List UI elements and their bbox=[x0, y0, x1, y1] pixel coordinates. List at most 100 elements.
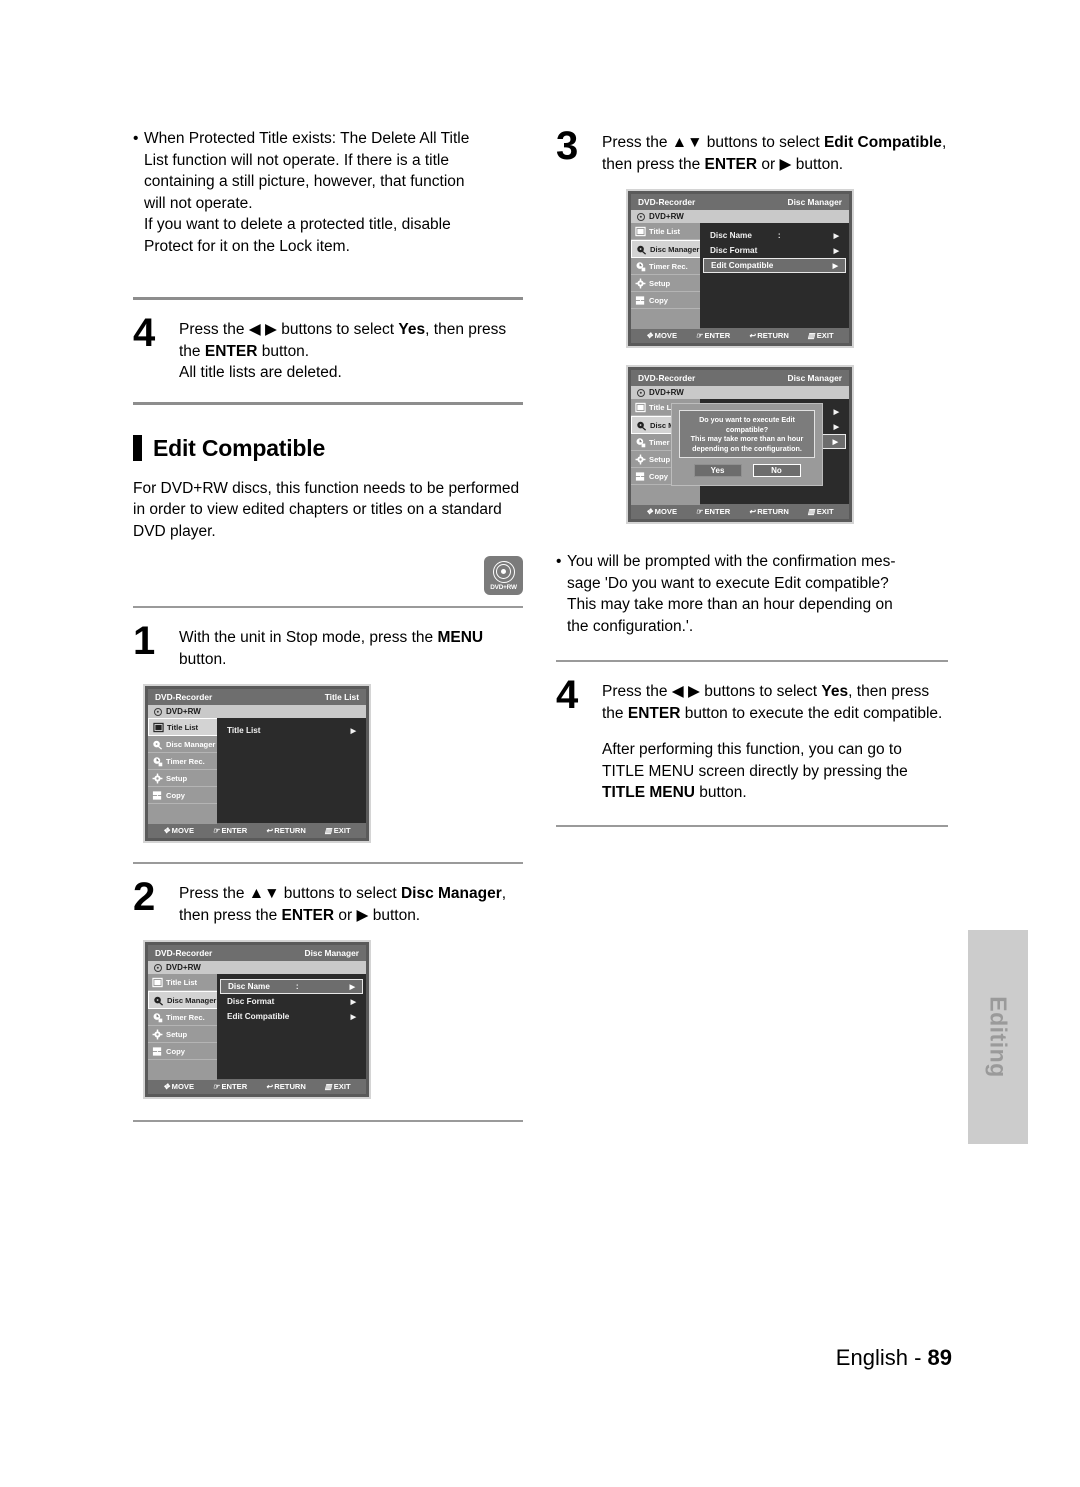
exit-icon: ▥ bbox=[324, 826, 332, 835]
sidebar-label: Setup bbox=[649, 454, 671, 464]
sidebar-item-title-list[interactable]: Title List bbox=[631, 223, 700, 240]
sidebar-label: Copy bbox=[649, 471, 668, 481]
disc-icon bbox=[637, 212, 645, 221]
footer-exit[interactable]: ▥ EXIT bbox=[325, 1082, 351, 1091]
osd-screen-name: Title List bbox=[324, 692, 359, 702]
clock-plus-icon bbox=[153, 1012, 163, 1022]
osd-menu-row-disc-format[interactable]: Disc Format ▶ bbox=[703, 243, 846, 258]
gear-icon bbox=[635, 454, 646, 464]
page-title: Edit Compatible bbox=[153, 434, 326, 461]
osd-title-bar: DVD-Recorder Disc Manager bbox=[148, 945, 366, 961]
sidebar-item-copy[interactable]: Copy bbox=[148, 1043, 217, 1060]
sidebar-label: Title List bbox=[649, 226, 681, 236]
exit-icon: ▥ bbox=[807, 507, 815, 516]
footer-move[interactable]: ✥ MOVE bbox=[646, 331, 677, 340]
dvd-plus-rw-badge-icon: DVD+RW bbox=[484, 556, 523, 595]
step-1-menu: 1 With the unit in Stop mode, press the … bbox=[133, 621, 523, 670]
row-value: : bbox=[295, 982, 299, 991]
osd-footer-bar: ✥ MOVE ☞ ENTER ↩ RETURN ▥ EXIT bbox=[148, 1079, 366, 1094]
osd-main-panel: Title List ▶ bbox=[217, 718, 366, 823]
footer-exit[interactable]: ▥ EXIT bbox=[325, 826, 351, 835]
move-arrows-icon: ✥ bbox=[163, 1082, 170, 1091]
step-text: Press the ▲▼ buttons to select Disc Mana… bbox=[179, 885, 507, 924]
step-number: 4 bbox=[556, 673, 578, 717]
enter-icon: ☞ bbox=[212, 1082, 220, 1091]
footer-move[interactable]: ✥ MOVE bbox=[646, 507, 677, 516]
sidebar-item-disc-manager[interactable]: Disc Manager bbox=[631, 240, 700, 258]
sidebar-filler bbox=[148, 804, 217, 824]
footer-move[interactable]: ✥ MOVE bbox=[163, 1082, 194, 1091]
footer-return[interactable]: ↩ RETURN bbox=[749, 331, 789, 340]
manual-page: • When Protected Title exists: The Delet… bbox=[0, 0, 1080, 1487]
osd-screen-edit-compatible-dialog: DVD-Recorder Disc Manager DVD+RW Title L… bbox=[626, 365, 854, 524]
yes-button[interactable]: Yes bbox=[693, 464, 742, 477]
footer-exit[interactable]: ▥ EXIT bbox=[808, 507, 834, 516]
chevron-right-icon: ▶ bbox=[350, 1013, 356, 1021]
step-4-extra-text: After performing this function, you can … bbox=[602, 741, 908, 801]
sidebar-item-timer-rec[interactable]: Timer Rec. bbox=[148, 1009, 217, 1026]
osd-sidebar: Title List Disc Manager Timer Rec. bbox=[631, 223, 700, 329]
sidebar-item-setup[interactable]: Setup bbox=[148, 770, 217, 787]
disc-badge-label: DVD+RW bbox=[490, 583, 517, 591]
divider bbox=[556, 824, 948, 827]
sidebar-item-copy[interactable]: Copy bbox=[148, 787, 217, 804]
footer-enter[interactable]: ☞ ENTER bbox=[213, 1082, 247, 1091]
row-label: Disc Name bbox=[710, 231, 752, 240]
row-label: Edit Compatible bbox=[227, 1012, 290, 1021]
osd-menu-row-title-list[interactable]: Title List ▶ bbox=[220, 723, 363, 738]
no-button[interactable]: No bbox=[752, 464, 801, 477]
sidebar-item-disc-manager[interactable]: Disc Manager bbox=[148, 991, 217, 1009]
osd-menu-row-disc-format[interactable]: Disc Format ▶ bbox=[220, 994, 363, 1009]
sidebar-item-setup[interactable]: Setup bbox=[631, 275, 700, 292]
osd-menu-row-edit-compatible[interactable]: Edit Compatible ▶ bbox=[703, 258, 846, 273]
osd-menu-row-edit-compatible[interactable]: Edit Compatible ▶ bbox=[220, 1009, 363, 1024]
osd-menu-row-disc-name[interactable]: Disc Name : ▶ bbox=[220, 979, 363, 994]
footer-return[interactable]: ↩ RETURN bbox=[749, 507, 789, 516]
gear-icon bbox=[635, 278, 646, 288]
osd-screen-disc-manager-edit: DVD-Recorder Disc Manager DVD+RW Title L… bbox=[626, 189, 854, 348]
sidebar-label: Disc Manager bbox=[650, 244, 700, 254]
sidebar-item-copy[interactable]: Copy bbox=[631, 292, 700, 309]
sidebar-label: Timer Rec. bbox=[166, 1012, 205, 1022]
bullet-dot-icon: • bbox=[133, 130, 139, 147]
disc-pen-icon bbox=[154, 996, 164, 1006]
sidebar-item-disc-manager[interactable]: Disc Manager bbox=[148, 736, 217, 753]
confirm-dialog: Do you want to execute Edit compatible? … bbox=[671, 403, 823, 486]
sidebar-item-title-list[interactable]: Title List bbox=[148, 718, 217, 736]
sidebar-item-timer-rec[interactable]: Timer Rec. bbox=[148, 753, 217, 770]
footer-move[interactable]: ✥ MOVE bbox=[163, 826, 194, 835]
osd-disc-type: DVD+RW bbox=[649, 388, 684, 397]
film-strip-icon bbox=[635, 402, 646, 412]
row-label: Title List bbox=[227, 726, 261, 735]
osd-disc-type: DVD+RW bbox=[166, 707, 201, 716]
footer-enter[interactable]: ☞ ENTER bbox=[696, 331, 730, 340]
osd-screen-name: Disc Manager bbox=[304, 948, 359, 958]
row-label: Edit Compatible bbox=[711, 261, 774, 270]
clock-plus-icon bbox=[153, 756, 163, 766]
footer-exit[interactable]: ▥ EXIT bbox=[808, 331, 834, 340]
osd-footer-bar: ✥ MOVE ☞ ENTER ↩ RETURN ▥ EXIT bbox=[631, 328, 849, 343]
sidebar-item-setup[interactable]: Setup bbox=[148, 1026, 217, 1043]
footer-enter[interactable]: ☞ ENTER bbox=[213, 826, 247, 835]
footer-return[interactable]: ↩ RETURN bbox=[266, 826, 306, 835]
protected-title-note: • When Protected Title exists: The Delet… bbox=[133, 128, 523, 257]
clock-plus-icon bbox=[636, 261, 646, 271]
disc-icon bbox=[637, 388, 645, 397]
osd-title-bar: DVD-Recorder Disc Manager bbox=[631, 194, 849, 210]
step-text: Press the ◀ ▶ buttons to select Yes, the… bbox=[179, 321, 507, 381]
sidebar-item-timer-rec[interactable]: Timer Rec. bbox=[631, 258, 700, 275]
osd-disc-bar: DVD+RW bbox=[631, 210, 849, 223]
disc-ring-icon bbox=[492, 560, 515, 583]
osd-screen-disc-manager-name: DVD-Recorder Disc Manager DVD+RW Title L… bbox=[143, 940, 371, 1099]
step-2-disc-manager: 2 Press the ▲▼ buttons to select Disc Ma… bbox=[133, 877, 523, 926]
footer-enter[interactable]: ☞ ENTER bbox=[696, 507, 730, 516]
copy-icon bbox=[152, 790, 162, 800]
confirm-dialog-message: Do you want to execute Edit compatible? … bbox=[679, 410, 815, 458]
sidebar-item-title-list[interactable]: Title List bbox=[148, 974, 217, 991]
osd-sidebar: Title List Disc Manager Timer Rec. bbox=[148, 718, 217, 824]
footer-return[interactable]: ↩ RETURN bbox=[266, 1082, 306, 1091]
sidebar-filler bbox=[631, 485, 700, 505]
row-label: Disc Name bbox=[228, 982, 270, 991]
film-strip-icon bbox=[153, 722, 164, 732]
osd-menu-row-disc-name[interactable]: Disc Name : ▶ bbox=[703, 228, 846, 243]
